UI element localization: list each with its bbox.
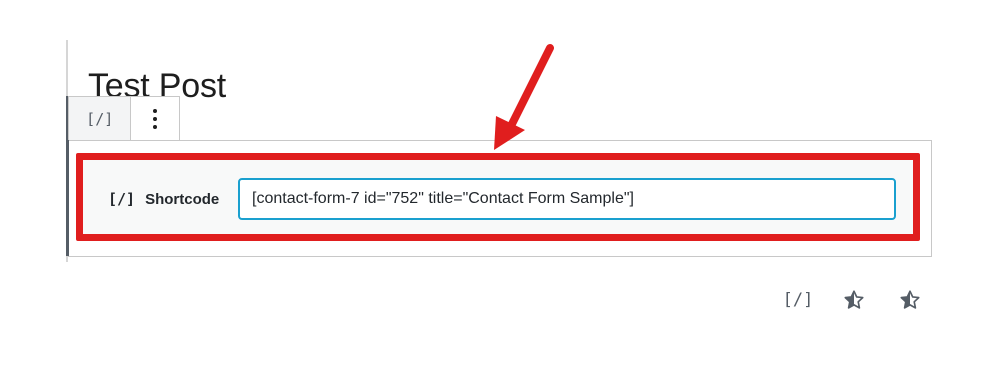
shortcode-icon: [/] xyxy=(782,290,814,310)
insert-shortcode-button[interactable]: [/] xyxy=(782,286,814,314)
half-star-icon xyxy=(844,290,864,309)
block-type-button[interactable]: [/] xyxy=(69,97,132,140)
block-inserter-shortcuts: [/] xyxy=(782,286,924,314)
insert-rating-button[interactable] xyxy=(840,286,868,314)
red-highlight-annotation xyxy=(76,153,920,241)
shortcode-icon: [/] xyxy=(86,109,114,128)
block-toolbar: [/] xyxy=(68,96,180,140)
vertical-ellipsis-icon xyxy=(153,108,158,129)
insert-rating-button[interactable] xyxy=(896,286,924,314)
half-star-icon xyxy=(900,290,920,309)
more-options-button[interactable] xyxy=(131,97,179,140)
